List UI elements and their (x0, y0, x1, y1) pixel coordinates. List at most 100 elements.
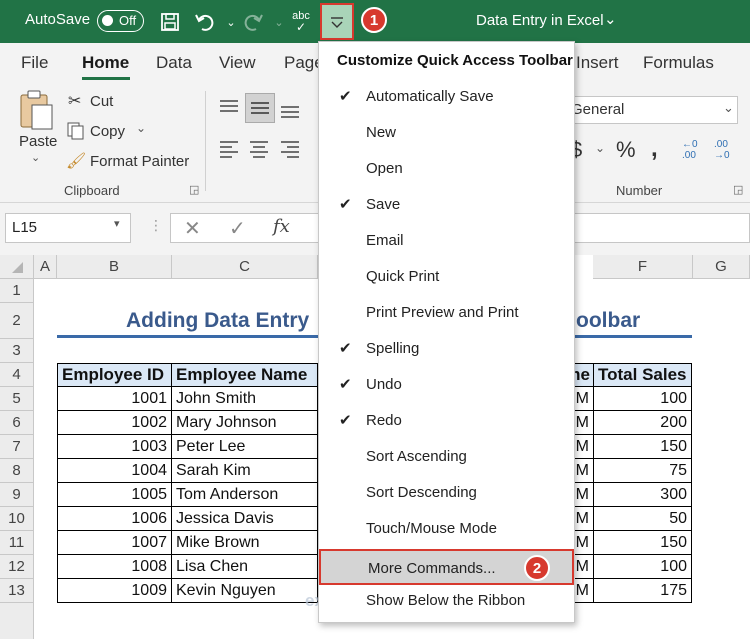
row-header-6[interactable]: 6 (0, 411, 34, 435)
tab-file[interactable]: File (21, 53, 48, 73)
cut-label[interactable]: Cut (90, 93, 113, 110)
menu-item-sort-descending[interactable]: Sort Descending (319, 475, 574, 511)
menu-item-quick-print[interactable]: Quick Print (319, 259, 574, 295)
tab-home[interactable]: Home (82, 53, 129, 73)
percent-icon[interactable]: % (616, 137, 636, 163)
row-header-4[interactable]: 4 (0, 363, 34, 387)
column-header-f[interactable]: F (593, 255, 693, 279)
align-middle-icon[interactable] (245, 93, 275, 123)
paste-icon[interactable] (18, 89, 56, 138)
menu-item-save[interactable]: ✔ Save (319, 187, 574, 223)
cell-total-sales[interactable]: 150 (593, 435, 692, 459)
column-header-b[interactable]: B (57, 255, 172, 279)
menu-item-automatically-save[interactable]: ✔ Automatically Save (319, 79, 574, 115)
cell-employee-name[interactable]: Sarah Kim (171, 459, 318, 483)
column-header-a[interactable]: A (34, 255, 57, 279)
cell-employee-name[interactable]: Lisa Chen (171, 555, 318, 579)
tab-data[interactable]: Data (156, 53, 192, 73)
cell-employee-name[interactable]: Mary Johnson (171, 411, 318, 435)
cell-employee-id[interactable]: 1007 (57, 531, 172, 555)
row-header-2[interactable]: 2 (0, 303, 34, 339)
cell-total-sales[interactable]: 75 (593, 459, 692, 483)
cell-employee-name[interactable]: Jessica Davis (171, 507, 318, 531)
row-header-12[interactable]: 12 (0, 555, 34, 579)
row-header-5[interactable]: 5 (0, 387, 34, 411)
align-top-icon[interactable] (218, 97, 240, 122)
cell-employee-name[interactable]: Mike Brown (171, 531, 318, 555)
number-format-select[interactable]: General ⌄ (560, 96, 738, 124)
row-header-10[interactable]: 10 (0, 507, 34, 531)
row-header-8[interactable]: 8 (0, 459, 34, 483)
currency-dropdown-icon[interactable]: ⌄ (595, 141, 605, 155)
spelling-icon[interactable]: abc ✓ (288, 9, 314, 35)
cell-total-sales[interactable]: 100 (593, 555, 692, 579)
menu-item-open[interactable]: Open (319, 151, 574, 187)
autosave-toggle[interactable]: Off (97, 10, 144, 32)
align-center-icon[interactable] (248, 139, 270, 164)
cell-employee-id[interactable]: 1002 (57, 411, 172, 435)
column-header-c[interactable]: C (172, 255, 318, 279)
paste-dropdown-icon[interactable]: ⌄ (31, 151, 40, 164)
row-header-3[interactable]: 3 (0, 339, 34, 363)
tab-insert[interactable]: Insert (576, 53, 619, 73)
cell-total-sales[interactable]: 200 (593, 411, 692, 435)
cell-employee-name[interactable]: Peter Lee (171, 435, 318, 459)
enter-icon[interactable]: ✓ (229, 216, 246, 241)
cell-total-sales[interactable]: 100 (593, 387, 692, 411)
title-chevron-icon[interactable]: ⌄ (604, 10, 617, 28)
align-left-icon[interactable] (218, 139, 240, 164)
number-launcher-icon[interactable]: ◲ (733, 183, 743, 196)
format-painter-icon[interactable]: 🖌 (66, 151, 86, 171)
menu-item-sort-ascending[interactable]: Sort Ascending (319, 439, 574, 475)
menu-item-touch-mouse-mode[interactable]: Touch/Mouse Mode (319, 511, 574, 547)
format-painter-label[interactable]: Format Painter (90, 153, 189, 170)
row-header-11[interactable]: 11 (0, 531, 34, 555)
cell-employee-id[interactable]: 1003 (57, 435, 172, 459)
customize-qat-button[interactable] (320, 3, 354, 40)
select-all-corner[interactable] (0, 255, 34, 279)
header-total-sales[interactable]: Total Sales (593, 363, 692, 387)
cell-employee-id[interactable]: 1001 (57, 387, 172, 411)
header-employee-name[interactable]: Employee Name (171, 363, 318, 387)
menu-item-spelling[interactable]: ✔ Spelling (319, 331, 574, 367)
row-header-1[interactable]: 1 (0, 279, 34, 303)
cell-employee-id[interactable]: 1006 (57, 507, 172, 531)
cancel-icon[interactable]: ✕ (184, 216, 201, 241)
copy-icon[interactable] (66, 121, 86, 146)
row-header-7[interactable]: 7 (0, 435, 34, 459)
copy-label[interactable]: Copy (90, 123, 125, 140)
align-right-icon[interactable] (279, 139, 301, 164)
menu-item-undo[interactable]: ✔ Undo (319, 367, 574, 403)
row-header-13[interactable]: 13 (0, 579, 34, 603)
decrease-decimal-icon[interactable]: .00 →0 (714, 139, 730, 161)
cell-employee-id[interactable]: 1009 (57, 579, 172, 603)
cut-icon[interactable]: ✂ (68, 91, 81, 111)
cell-employee-id[interactable]: 1004 (57, 459, 172, 483)
cell-total-sales[interactable]: 300 (593, 483, 692, 507)
menu-item-show-below-the-ribbon[interactable]: Show Below the Ribbon (319, 583, 574, 619)
undo-icon[interactable] (192, 9, 218, 35)
menu-item-print-preview-and-print[interactable]: Print Preview and Print (319, 295, 574, 331)
cell-total-sales[interactable]: 150 (593, 531, 692, 555)
comma-style-icon[interactable]: , (651, 135, 658, 163)
increase-decimal-icon[interactable]: ←0.00 (682, 139, 698, 161)
menu-item-email[interactable]: Email (319, 223, 574, 259)
menu-item-new[interactable]: New (319, 115, 574, 151)
cell-employee-id[interactable]: 1008 (57, 555, 172, 579)
paste-label[interactable]: Paste (19, 133, 57, 150)
cell-employee-name[interactable]: Tom Anderson (171, 483, 318, 507)
column-header-g[interactable]: G (693, 255, 750, 279)
align-bottom-icon[interactable] (279, 101, 301, 126)
cell-total-sales[interactable]: 50 (593, 507, 692, 531)
insert-function-icon[interactable]: fx (273, 216, 290, 237)
redo-icon[interactable] (240, 9, 266, 35)
tab-formulas[interactable]: Formulas (643, 53, 714, 73)
row-header-9[interactable]: 9 (0, 483, 34, 507)
clipboard-launcher-icon[interactable]: ◲ (189, 183, 199, 196)
save-icon[interactable] (157, 9, 183, 35)
cell-total-sales[interactable]: 175 (593, 579, 692, 603)
name-box[interactable]: L15 ▾ (5, 213, 131, 243)
tab-view[interactable]: View (219, 53, 256, 73)
header-employee-id[interactable]: Employee ID (57, 363, 172, 387)
document-title[interactable]: Data Entry in Excel (476, 12, 604, 29)
